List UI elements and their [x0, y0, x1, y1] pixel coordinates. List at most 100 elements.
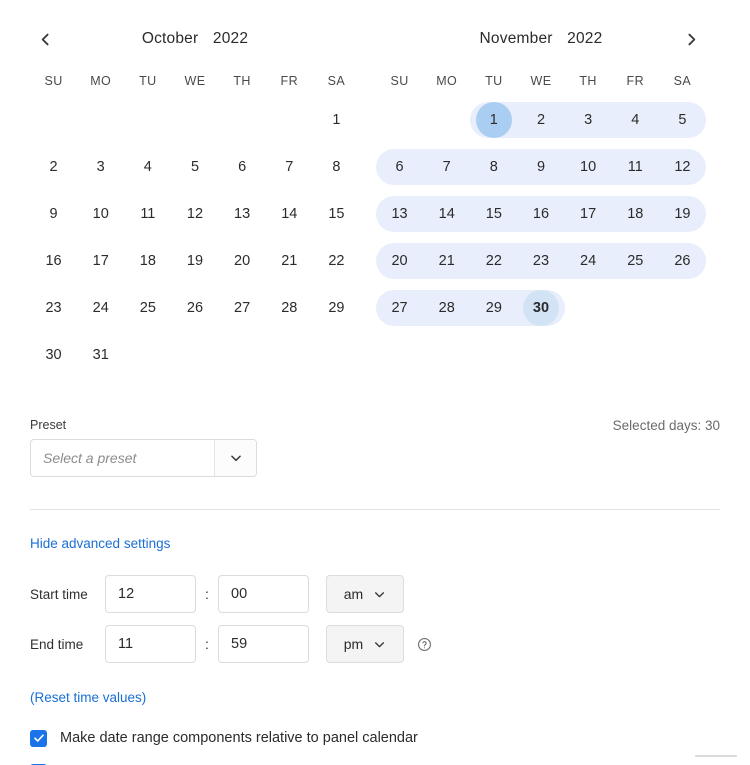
right-day-25[interactable]: 25: [612, 237, 659, 284]
checkbox-row-rolling[interactable]: Use rolling dates (rolling monthly - rol…: [30, 757, 720, 765]
left-day-3[interactable]: 3: [77, 143, 124, 190]
day-number: 19: [186, 252, 204, 269]
day-number: 30: [522, 289, 559, 326]
end-time-minute-input[interactable]: 59: [218, 625, 309, 663]
left-day-20[interactable]: 20: [219, 237, 266, 284]
left-day-28[interactable]: 28: [266, 284, 313, 331]
next-month-chevron-icon[interactable]: [676, 24, 706, 54]
end-time-label: End time: [30, 636, 84, 652]
left-day-empty: [77, 96, 124, 143]
day-number: 6: [395, 158, 404, 175]
right-day-5[interactable]: 5: [659, 96, 706, 143]
right-day-24[interactable]: 24: [565, 237, 612, 284]
right-day-11[interactable]: 11: [612, 143, 659, 190]
help-circle-icon[interactable]: [417, 637, 432, 652]
day-number: 5: [678, 111, 687, 128]
start-time-hour-input[interactable]: 12: [105, 575, 196, 613]
left-day-19[interactable]: 19: [171, 237, 218, 284]
checkbox-row-relative[interactable]: Make date range components relative to p…: [30, 723, 720, 753]
right-day-6[interactable]: 6: [376, 143, 423, 190]
end-time-meridiem-value: pm: [343, 636, 364, 652]
right-day-23[interactable]: 23: [517, 237, 564, 284]
left-weeks: 1 2 3 4 5 6 7 8 9 10 11 12 13 14 15 16 17 18 19 20 21 22 23 24 2…: [30, 96, 360, 378]
right-day-18[interactable]: 18: [612, 190, 659, 237]
left-day-2[interactable]: 2: [30, 143, 77, 190]
left-day-31[interactable]: 31: [77, 331, 124, 378]
day-number: 2: [536, 111, 546, 128]
right-day-empty: [612, 284, 659, 331]
left-day-29[interactable]: 29: [313, 284, 360, 331]
left-day-7[interactable]: 7: [266, 143, 313, 190]
left-day-12[interactable]: 12: [171, 190, 218, 237]
right-day-29[interactable]: 29: [470, 284, 517, 331]
right-day-17[interactable]: 17: [565, 190, 612, 237]
right-day-13[interactable]: 13: [376, 190, 423, 237]
left-day-27[interactable]: 27: [219, 284, 266, 331]
left-calendar-header: October 2022: [30, 18, 360, 60]
left-day-22[interactable]: 22: [313, 237, 360, 284]
day-number: 5: [190, 158, 200, 175]
day-number: 15: [485, 205, 502, 222]
left-day-4[interactable]: 4: [124, 143, 171, 190]
right-day-12[interactable]: 12: [659, 143, 706, 190]
start-time-meridiem-select[interactable]: am: [326, 575, 404, 613]
right-day-30-range-end[interactable]: 30: [517, 284, 564, 331]
left-day-empty: [124, 96, 171, 143]
right-day-28[interactable]: 28: [423, 284, 470, 331]
left-day-25[interactable]: 25: [124, 284, 171, 331]
right-day-2[interactable]: 2: [517, 96, 564, 143]
left-day-23[interactable]: 23: [30, 284, 77, 331]
right-day-27[interactable]: 27: [376, 284, 423, 331]
right-day-15[interactable]: 15: [470, 190, 517, 237]
left-day-14[interactable]: 14: [266, 190, 313, 237]
day-number: 14: [438, 205, 455, 222]
left-day-24[interactable]: 24: [77, 284, 124, 331]
left-day-empty: [171, 96, 218, 143]
left-day-1[interactable]: 1: [313, 96, 360, 143]
right-day-19[interactable]: 19: [659, 190, 706, 237]
left-day-18[interactable]: 18: [124, 237, 171, 284]
left-day-30[interactable]: 30: [30, 331, 77, 378]
left-week-row: 23 24 25 26 27 28 29: [30, 284, 360, 331]
hide-advanced-settings-link[interactable]: Hide advanced settings: [30, 536, 170, 551]
chevron-down-icon: [375, 591, 385, 597]
reset-time-values-link[interactable]: (Reset time values): [30, 690, 146, 705]
start-time-minute-input[interactable]: 00: [218, 575, 309, 613]
right-day-10[interactable]: 10: [565, 143, 612, 190]
left-day-15[interactable]: 15: [313, 190, 360, 237]
end-time-meridiem-select[interactable]: pm: [326, 625, 404, 663]
right-day-16[interactable]: 16: [517, 190, 564, 237]
left-day-10[interactable]: 10: [77, 190, 124, 237]
right-day-14[interactable]: 14: [423, 190, 470, 237]
chevron-down-icon: [375, 641, 385, 647]
left-day-8[interactable]: 8: [313, 143, 360, 190]
left-day-21[interactable]: 21: [266, 237, 313, 284]
right-weekday-sa: SA: [673, 74, 692, 88]
right-day-8[interactable]: 8: [470, 143, 517, 190]
day-number: 16: [532, 205, 550, 222]
left-day-17[interactable]: 17: [77, 237, 124, 284]
checkbox-relative-input[interactable]: [30, 729, 47, 747]
right-day-21[interactable]: 21: [423, 237, 470, 284]
right-day-22[interactable]: 22: [470, 237, 517, 284]
right-day-3[interactable]: 3: [565, 96, 612, 143]
left-day-11[interactable]: 11: [124, 190, 171, 237]
right-calendar: November 2022 SU MO TU WE TH FR SA 1 2 3 4 5 6 7 8 9 10…: [376, 18, 706, 378]
left-day-5[interactable]: 5: [171, 143, 218, 190]
right-day-20[interactable]: 20: [376, 237, 423, 284]
left-day-16[interactable]: 16: [30, 237, 77, 284]
right-day-26[interactable]: 26: [659, 237, 706, 284]
right-day-1-range-start[interactable]: 1: [470, 96, 517, 143]
chevron-down-icon[interactable]: [214, 440, 256, 476]
right-day-9[interactable]: 9: [517, 143, 564, 190]
end-time-hour-input[interactable]: 11: [105, 625, 196, 663]
right-day-7[interactable]: 7: [423, 143, 470, 190]
left-day-9[interactable]: 9: [30, 190, 77, 237]
day-number: 16: [45, 252, 62, 269]
left-day-6[interactable]: 6: [219, 143, 266, 190]
left-day-13[interactable]: 13: [219, 190, 266, 237]
left-day-26[interactable]: 26: [171, 284, 218, 331]
prev-month-chevron-icon[interactable]: [30, 24, 60, 54]
right-day-4[interactable]: 4: [612, 96, 659, 143]
preset-select[interactable]: Select a preset: [30, 439, 257, 477]
